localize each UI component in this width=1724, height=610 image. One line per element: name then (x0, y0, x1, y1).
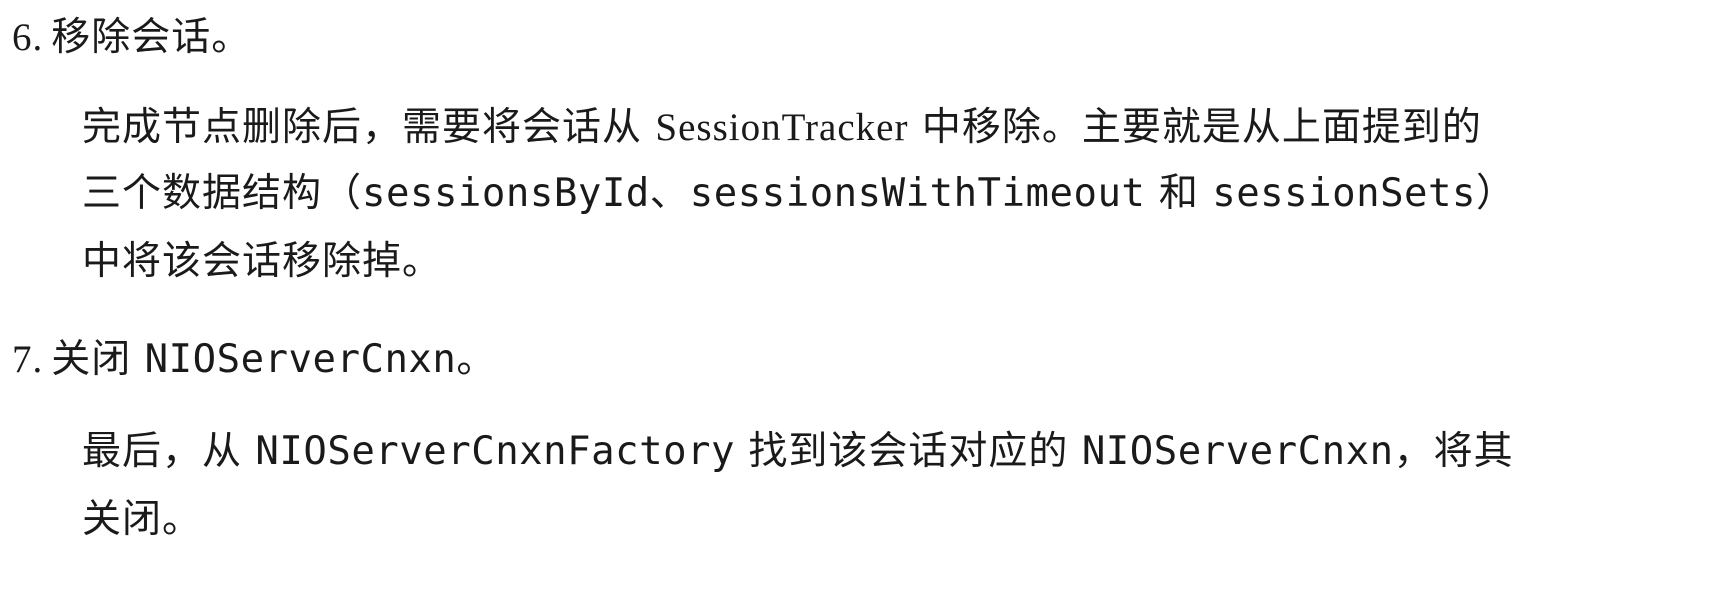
document-page: 6. 移除会话。 完成节点删除后，需要将会话从 SessionTracker 中移… (0, 0, 1724, 610)
item-6-number: 6. (12, 16, 44, 59)
item-7-paragraph-line-2: 关闭。 (82, 496, 202, 544)
text-fragment: 找到该会话对应的 (735, 429, 1082, 474)
text-fragment: 和 (1145, 171, 1213, 216)
item-7-paragraph-line-1: 最后，从 NIOServerCnxnFactory 找到该会话对应的 NIOSe… (82, 428, 1514, 476)
code-nio-server-cnxn: NIOServerCnxn (144, 337, 457, 382)
text-fragment: ） (1476, 171, 1517, 216)
code-nio-server-cnxn: NIOServerCnxn (1081, 429, 1394, 474)
code-nio-server-cnxn-factory: NIOServerCnxnFactory (255, 429, 736, 474)
item-7-heading: 7. 关闭 NIOServerCnxn。 (12, 336, 496, 384)
text-fragment: 中移除。主要就是从上面提到的 (908, 105, 1482, 150)
text-fragment: 完成节点删除后，需要将会话从 (82, 105, 656, 150)
text-fragment: 。 (456, 337, 497, 382)
code-session-sets: sessionSets (1212, 171, 1476, 216)
item-7-title: 关闭 (51, 337, 145, 382)
item-6-title: 移除会话。 (51, 15, 252, 60)
item-6-heading: 6. 移除会话。 (12, 14, 251, 62)
session-tracker-term: SessionTracker (655, 106, 909, 149)
text-fragment: 三个数据结构（ (82, 171, 363, 216)
text-fragment: 关闭。 (82, 497, 203, 542)
item-7-number: 7. (12, 338, 44, 381)
code-sessions-with-timeout: sessionsWithTimeout (689, 171, 1146, 216)
text-fragment: 最后，从 (82, 429, 256, 474)
text-fragment: ，将其 (1393, 429, 1514, 474)
item-6-paragraph-line-2: 三个数据结构（sessionsById、sessionsWithTimeout … (82, 170, 1516, 218)
item-6-paragraph-line-1: 完成节点删除后，需要将会话从 SessionTracker 中移除。主要就是从上… (82, 104, 1482, 152)
text-fragment: 中将该会话移除掉。 (82, 239, 443, 284)
code-sessions-by-id: sessionsById (362, 171, 650, 216)
text-fragment: 、 (649, 171, 690, 216)
item-6-paragraph-line-3: 中将该会话移除掉。 (82, 238, 442, 286)
